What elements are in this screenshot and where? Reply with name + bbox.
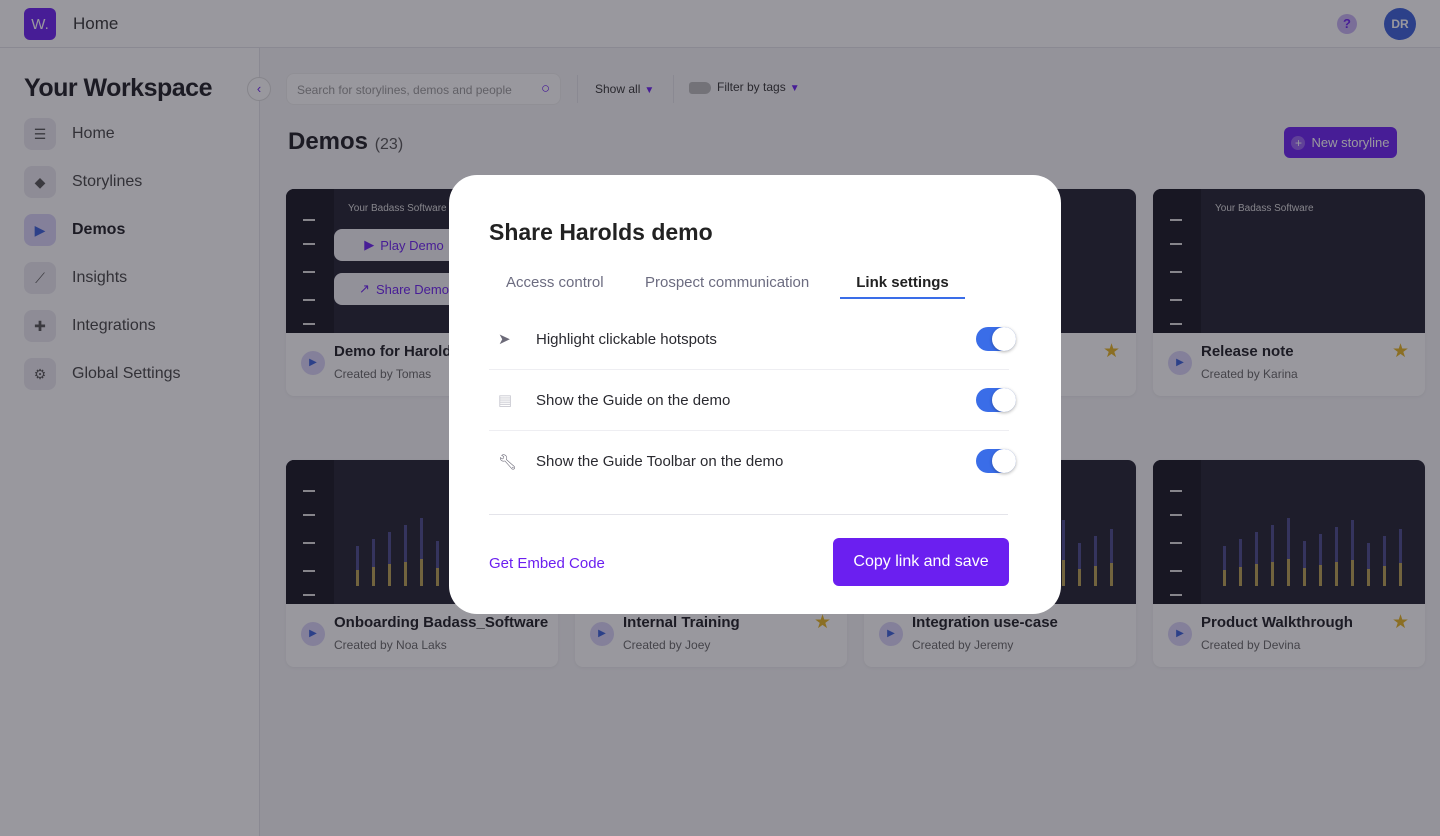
copy-link-button[interactable]: Copy link and save: [833, 538, 1009, 586]
tab-prospect-communication[interactable]: Prospect communication: [629, 274, 825, 299]
share-modal: Share Harolds demo Access control Prospe…: [449, 175, 1061, 614]
wrench-icon: 🔧︎: [498, 453, 518, 471]
setting-highlight-hotspots: ➤ Highlight clickable hotspots: [489, 309, 1016, 370]
hotspots-toggle[interactable]: [976, 327, 1016, 351]
divider: [489, 514, 1008, 515]
tab-link-settings[interactable]: Link settings: [840, 274, 965, 299]
modal-title: Share Harolds demo: [489, 219, 713, 245]
tab-access-control[interactable]: Access control: [490, 274, 620, 299]
cursor-icon: ➤: [498, 331, 511, 348]
chat-bubble-icon: ▤: [498, 392, 513, 409]
setting-show-toolbar: 🔧︎ Show the Guide Toolbar on the demo: [489, 431, 1016, 492]
get-embed-code-link[interactable]: Get Embed Code: [489, 555, 605, 572]
setting-show-guide: ▤ Show the Guide on the demo: [489, 370, 1016, 431]
guide-toggle[interactable]: [976, 388, 1016, 412]
toolbar-toggle[interactable]: [976, 449, 1016, 473]
